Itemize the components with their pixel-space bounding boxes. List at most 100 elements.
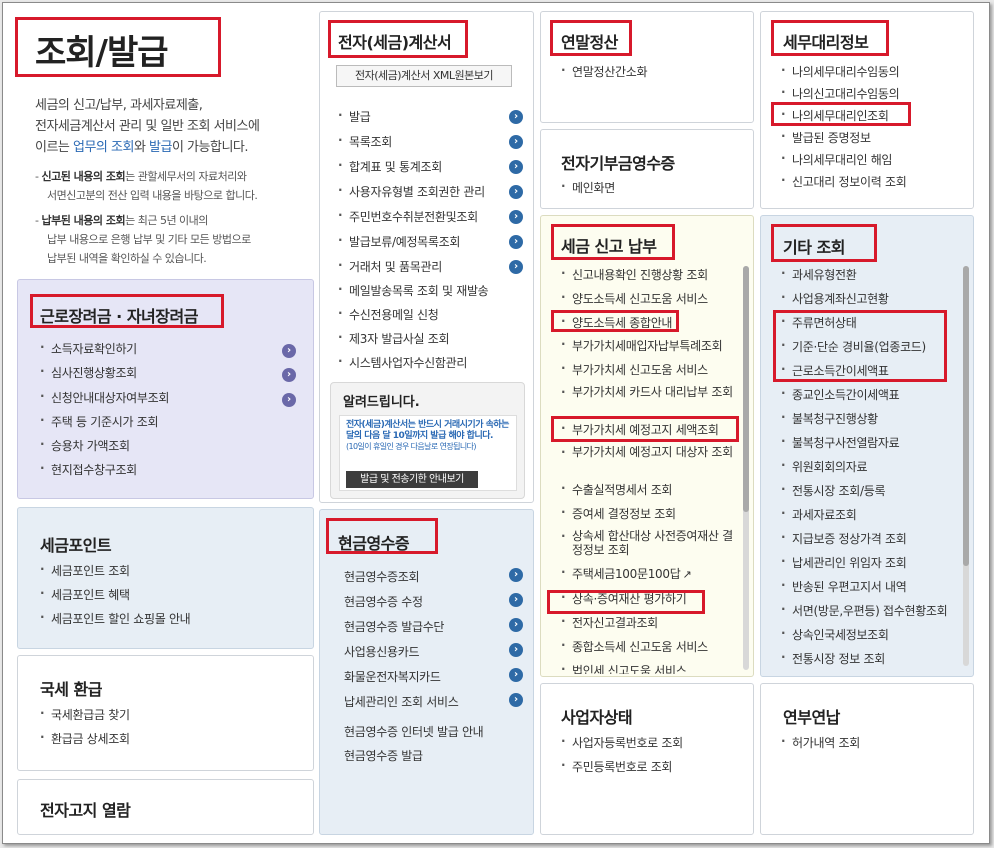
list-item[interactable]: 사업용계좌신고현황: [781, 290, 947, 314]
inquiry-link[interactable]: 업무의 조회: [73, 140, 134, 155]
list-item[interactable]: 상속인국세정보조회: [781, 626, 947, 650]
chevron-right-icon[interactable]: ›: [509, 668, 523, 682]
list-item[interactable]: 발급된 증명정보: [781, 129, 906, 151]
list-item[interactable]: 현금영수증 발급: [344, 747, 483, 771]
list-item[interactable]: 세금포인트 조회: [40, 562, 190, 586]
list-item[interactable]: 합계표 및 통계조회: [338, 158, 488, 183]
chevron-right-icon[interactable]: ›: [509, 618, 523, 632]
list-item[interactable]: 사업용신용카드: [344, 643, 483, 668]
list-item[interactable]: 지급보증 정상가격 조회: [781, 530, 947, 554]
list-item[interactable]: 나의세무대리인 해임: [781, 151, 906, 173]
list-item[interactable]: 현금영수증 발급수단: [344, 618, 483, 643]
list-item[interactable]: 사용자유형별 조회권한 관리: [338, 183, 488, 208]
chevron-right-icon[interactable]: ›: [509, 210, 523, 224]
tax-filing-scrollbar[interactable]: [743, 266, 749, 670]
list-item[interactable]: 전자신고결과조회: [561, 614, 741, 638]
list-item[interactable]: 현금영수증조회: [344, 568, 483, 593]
list-item[interactable]: 근로소득간이세액표: [781, 362, 947, 386]
list-item[interactable]: 서면(방문,우편등) 접수현황조회: [781, 602, 948, 626]
chevron-right-icon[interactable]: ›: [509, 235, 523, 249]
list-item[interactable]: 연말정산간소화: [561, 63, 647, 80]
list-item[interactable]: 상속·증여재산 평가하기: [561, 590, 741, 614]
list-item[interactable]: 양도소득세 종합안내: [561, 314, 741, 337]
enotice-box[interactable]: 전자고지 열람: [17, 779, 314, 835]
list-item[interactable]: 신고대리 정보이력 조회: [781, 173, 907, 195]
scrollbar-thumb[interactable]: [743, 266, 749, 512]
list-item[interactable]: 승용차 가액조회: [40, 437, 169, 461]
chevron-right-icon[interactable]: ›: [509, 160, 523, 174]
deadline-guide-button[interactable]: 발급 및 전송기한 안내보기: [346, 471, 478, 488]
list-item[interactable]: 사업자등록번호로 조회: [561, 734, 683, 758]
list-item[interactable]: 주택세금100문100답↗: [561, 565, 741, 590]
list-item[interactable]: 수신전용메일 신청: [338, 306, 488, 330]
list-item[interactable]: 불복청구사전열람자료: [781, 434, 947, 458]
list-item[interactable]: 화물운전자복지카드: [344, 668, 483, 693]
list-item[interactable]: 종합소득세 신고도움 서비스: [561, 638, 741, 662]
list-item[interactable]: 납세관리인 조회 서비스: [344, 693, 483, 723]
list-item[interactable]: 세금포인트 혜택: [40, 586, 190, 610]
list-item[interactable]: 과세유형전환: [781, 266, 947, 290]
list-item[interactable]: 전통시장 정보 조회: [781, 650, 947, 674]
list-item[interactable]: 과세자료조회: [781, 506, 947, 530]
list-item[interactable]: 반송된 우편고지서 내역: [781, 578, 947, 602]
list-item[interactable]: 소득자료확인하기: [40, 340, 169, 364]
list-item[interactable]: 부가가치세 카드사 대리납부 조회: [561, 385, 735, 421]
list-item[interactable]: 나의세무대리인조회: [781, 107, 906, 129]
chevron-right-icon[interactable]: ›: [509, 593, 523, 607]
list-item[interactable]: 기준·단순 경비율(업종코드): [781, 338, 947, 362]
list-item[interactable]: 위원회회의자료: [781, 458, 947, 482]
chevron-right-icon[interactable]: ›: [509, 260, 523, 274]
list-item[interactable]: 메인화면: [561, 179, 615, 196]
list-item[interactable]: 부가가치세 예정고지 세액조회: [561, 421, 741, 445]
chevron-right-icon[interactable]: ›: [509, 135, 523, 149]
scrollbar-thumb[interactable]: [963, 266, 969, 566]
list-item[interactable]: 주민번호수취분전환및조회: [338, 208, 488, 233]
chevron-right-icon[interactable]: ›: [509, 693, 523, 707]
list-item[interactable]: 증여세 결정정보 조회: [561, 505, 741, 529]
list-item[interactable]: 심사진행상황조회: [40, 364, 169, 389]
list-item[interactable]: 시스템사업자수신함관리: [338, 354, 488, 378]
list-item[interactable]: 제3자 발급사실 조회: [338, 330, 488, 354]
list-item[interactable]: 불복청구진행상황: [781, 410, 947, 434]
issue-link[interactable]: 발급: [149, 140, 172, 155]
list-item[interactable]: 수출실적명세서 조회: [561, 481, 741, 505]
list-item[interactable]: 부가가치세 예정고지 대상자 조회: [561, 445, 735, 481]
chevron-right-icon[interactable]: ›: [509, 568, 523, 582]
list-item[interactable]: 부가가치세 신고도움 서비스: [561, 361, 741, 385]
other-inquiry-scrollbar[interactable]: [963, 266, 969, 666]
list-item[interactable]: 납세관리인 위임자 조회: [781, 554, 947, 578]
list-item[interactable]: 세금포인트 할인 쇼핑몰 안내: [40, 610, 191, 634]
list-item[interactable]: 법인세 신고도움 서비스: [561, 662, 741, 674]
list-item[interactable]: 나의신고대리수임동의: [781, 85, 906, 107]
list-item[interactable]: 환급금 상세조회: [40, 730, 130, 754]
list-item[interactable]: 나의세무대리수임동의: [781, 63, 906, 85]
list-item[interactable]: 목록조회: [338, 133, 488, 158]
chevron-right-icon[interactable]: ›: [282, 344, 296, 358]
chevron-right-icon[interactable]: ›: [282, 368, 296, 382]
chevron-right-icon[interactable]: ›: [509, 643, 523, 657]
chevron-right-icon[interactable]: ›: [282, 393, 296, 407]
list-item[interactable]: 신고내용확인 진행상황 조회: [561, 266, 741, 290]
list-item[interactable]: 발급보류/예정목록조회: [338, 233, 488, 258]
xml-view-button[interactable]: 전자(세금)계산서 XML원본보기: [336, 65, 512, 87]
list-item[interactable]: 종교인소득간이세액표: [781, 386, 947, 410]
business-status-title: 사업자상태: [561, 708, 633, 727]
list-item[interactable]: 주류면허상태: [781, 314, 947, 338]
list-item[interactable]: 양도소득세 신고도움 서비스: [561, 290, 741, 314]
list-item[interactable]: 신청안내대상자여부조회: [40, 389, 169, 413]
list-item[interactable]: 상속세 합산대상 사전증여재산 결정정보 조회: [561, 529, 735, 565]
list-item[interactable]: 현지접수창구조회: [40, 461, 169, 485]
list-item[interactable]: 주민등록번호로 조회: [561, 758, 683, 782]
chevron-right-icon[interactable]: ›: [509, 185, 523, 199]
list-item[interactable]: 발급: [338, 108, 488, 133]
list-item[interactable]: 허가내역 조회: [781, 734, 860, 751]
list-item[interactable]: 메일발송목록 조회 및 재발송: [338, 282, 489, 306]
list-item[interactable]: 현금영수증 수정: [344, 593, 483, 618]
chevron-right-icon[interactable]: ›: [509, 110, 523, 124]
list-item[interactable]: 현금영수증 인터넷 발급 안내: [344, 723, 484, 747]
list-item[interactable]: 전통시장 조회/등록: [781, 482, 947, 506]
list-item[interactable]: 거래처 및 품목관리: [338, 258, 488, 282]
list-item[interactable]: 주택 등 기준시가 조회: [40, 413, 169, 437]
list-item[interactable]: 국세환급금 찾기: [40, 706, 130, 730]
list-item[interactable]: 부가가치세매입자납부특례조회: [561, 337, 741, 361]
